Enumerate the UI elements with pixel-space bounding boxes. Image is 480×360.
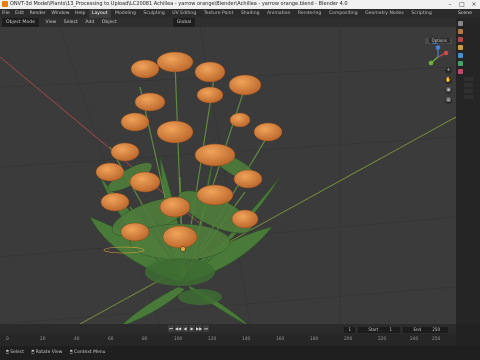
viewport-nav-tools: + ✋ ▣ ▦ [445, 67, 453, 107]
frame-tick: 200 [344, 337, 353, 342]
tab-geometry-nodes[interactable]: Geometry Nodes [362, 9, 407, 18]
material-tab-icon[interactable] [458, 69, 463, 74]
frame-tick: 250 [432, 337, 441, 342]
output-tab-icon[interactable] [458, 37, 463, 42]
properties-footer [456, 324, 480, 346]
prev-key-icon[interactable]: ◀◀ [175, 325, 181, 332]
tab-scripting[interactable]: Scripting [408, 9, 434, 18]
frame-tick: 240 [410, 337, 419, 342]
add-menu[interactable]: Add [82, 18, 97, 27]
properties-editor [456, 18, 480, 324]
end-frame-field[interactable]: End 250 [403, 327, 448, 333]
frame-tick: 40 [74, 337, 80, 342]
next-key-icon[interactable]: ▶▶ [196, 325, 202, 332]
current-frame-field[interactable]: 1 [344, 327, 355, 333]
status-rotate-label: Rotate View [35, 350, 63, 355]
frame-tick: 0 [6, 337, 9, 342]
start-frame-label: Start [364, 327, 383, 333]
frame-tick: 220 [378, 337, 387, 342]
tab-shading[interactable]: Shading [238, 9, 263, 18]
menu-help[interactable]: Help [73, 9, 87, 18]
property-row [464, 83, 473, 87]
select-menu[interactable]: Select [61, 18, 81, 27]
property-row [464, 77, 473, 81]
tab-sculpting[interactable]: Sculpting [140, 9, 167, 18]
menu-edit[interactable]: Edit [13, 9, 26, 18]
tab-uv-editing[interactable]: UV Editing [169, 9, 199, 18]
pan-hand-icon[interactable]: ✋ [445, 77, 452, 84]
window-title: ONVT-3d Model\Plants\13_Processing to Up… [10, 1, 348, 7]
window-controls: – □ × [444, 0, 480, 9]
y-axis-icon[interactable] [428, 60, 434, 66]
close-button[interactable]: × [468, 0, 480, 9]
frame-tick: 60 [108, 337, 114, 342]
minimize-button[interactable]: – [444, 0, 456, 9]
start-frame-field[interactable]: Start 1 [358, 327, 401, 333]
top-bar: File Edit Render Window Help Layout Mode… [0, 9, 480, 18]
timeline-ruler[interactable]: 0 20 40 60 80 100 120 140 160 180 200 22… [0, 334, 456, 346]
perspective-grid-icon[interactable]: ▦ [445, 97, 452, 104]
timeline-header: ⏮ ◀◀ ◀ ▶ ▶▶ ⏭ 1 Start 1 End 250 [0, 324, 456, 334]
tab-modeling[interactable]: Modeling [112, 9, 139, 18]
z-axis-icon[interactable] [435, 45, 441, 50]
tab-compositing[interactable]: Compositing [326, 9, 361, 18]
options-button[interactable]: Options [428, 38, 450, 43]
3d-viewport[interactable]: Options + ✋ ▣ ▦ [0, 27, 456, 324]
object-menu[interactable]: Object [99, 18, 120, 27]
property-row [464, 95, 473, 99]
view-menu[interactable]: View [42, 18, 59, 27]
camera-icon[interactable]: ▣ [445, 87, 452, 94]
frame-tick: 100 [174, 337, 183, 342]
jump-end-icon[interactable]: ⏭ [203, 325, 209, 332]
frame-tick: 80 [142, 337, 148, 342]
end-frame-value: 250 [428, 327, 444, 333]
frame-tick: 140 [242, 337, 251, 342]
window-title-bar: ONVT-3d Model\Plants\13_Processing to Up… [0, 0, 480, 9]
menu-file[interactable]: File [0, 9, 12, 18]
play-icon[interactable]: ▶ [189, 325, 195, 332]
status-select: 🖱 Select [6, 350, 25, 355]
status-context-label: Context Menu [74, 350, 106, 355]
orientation-dropdown[interactable]: Global [172, 18, 196, 27]
frame-tick: 120 [208, 337, 217, 342]
frame-tick: 180 [310, 337, 319, 342]
status-select-label: Select [10, 350, 25, 355]
x-axis-icon[interactable] [443, 50, 449, 56]
menu-window[interactable]: Window [49, 9, 71, 18]
object-origin-icon [180, 246, 186, 252]
viewport-header: Object Mode View Select Add Object Globa… [0, 18, 456, 27]
mode-dropdown[interactable]: Object Mode [2, 18, 39, 27]
tool-tab-icon[interactable] [458, 21, 463, 26]
maximize-button[interactable]: □ [456, 0, 468, 9]
frame-tick: 160 [276, 337, 285, 342]
scene-selector[interactable]: Scene [458, 9, 472, 18]
object-tab-icon[interactable] [458, 45, 463, 50]
menu-render[interactable]: Render [28, 9, 48, 18]
end-frame-label: End [409, 327, 426, 333]
frame-tick: 20 [40, 337, 46, 342]
render-tab-icon[interactable] [458, 29, 463, 34]
navigation-gizmo[interactable] [426, 45, 450, 69]
tab-layout[interactable]: Layout [88, 9, 111, 18]
modifier-tab-icon[interactable] [458, 53, 463, 58]
status-rotate: 🖱 Rotate View [31, 350, 63, 355]
status-bar: 🖱 Select 🖱 Rotate View 🖱 Context Menu [0, 346, 480, 360]
data-tab-icon[interactable] [458, 61, 463, 66]
tab-texture-paint[interactable]: Texture Paint [201, 9, 237, 18]
start-frame-value: 1 [385, 327, 397, 333]
zoom-icon[interactable]: + [445, 67, 452, 74]
viewport-canvas [0, 27, 456, 324]
status-context: 🖱 Context Menu [69, 350, 106, 355]
jump-start-icon[interactable]: ⏮ [168, 325, 174, 332]
property-row [464, 89, 473, 93]
blender-logo-icon [2, 1, 8, 7]
tab-rendering[interactable]: Rendering [295, 9, 324, 18]
tab-animation[interactable]: Animation [264, 9, 293, 18]
play-reverse-icon[interactable]: ◀ [182, 325, 188, 332]
